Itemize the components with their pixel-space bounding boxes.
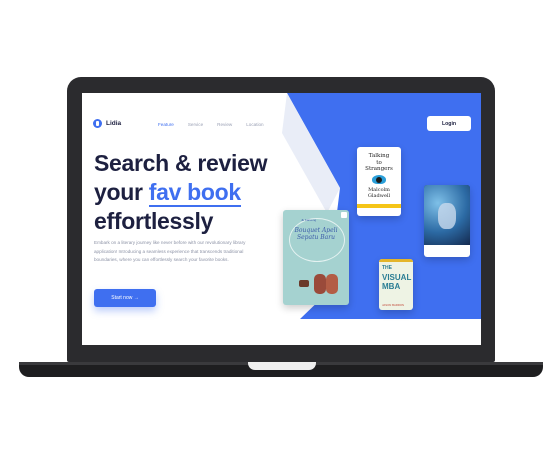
book-title-line: Sepatu Baru [297,234,335,241]
book-title: Talking to Strangers [357,153,401,173]
cover-strip [379,259,413,262]
book-author: Jk Karueng [301,218,317,222]
screen: Lidia Feature Service Review Location Lo… [82,93,481,345]
book-cover-ocean[interactable] [424,185,470,257]
cover-strip [357,204,401,208]
cover-footer [424,245,470,257]
nav-link-review[interactable]: Review [217,122,232,127]
headline-line-2: your fav book [94,178,267,207]
headline-prefix: your [94,179,149,205]
book-title-line: Strangers [365,166,393,172]
shoe-illustration [326,274,338,294]
book-cover-visual-mba[interactable]: THE VISUAL MBA JASON BARRON [379,259,413,310]
book-title-line: MBA [382,282,401,291]
logo-icon [93,119,102,128]
book-cover-bouquet[interactable]: Jk Karueng Bouquet Apeli Sepatu Baru [283,210,349,305]
login-button[interactable]: Login [427,116,471,131]
book-author-line: Gladwell [367,192,391,199]
nav-link-service[interactable]: Service [188,122,203,127]
hero-headline: Search & review your fav book effortless… [94,149,268,236]
book-title: VISUAL MBA [382,273,411,291]
nav-links: Feature Service Review Location [158,122,264,127]
headline-accent: fav book [148,179,241,207]
laptop-notch [248,362,316,370]
start-now-button[interactable]: Start now → [94,289,156,307]
nav-link-feature[interactable]: Feature [158,122,174,127]
bookmark-icon[interactable] [341,212,347,218]
book-author: Malcolm Gladwell [357,187,401,199]
cover-illustration [438,203,456,229]
hero-description: Embark on a literary journey like never … [94,240,246,262]
book-cover-talking-to-strangers[interactable]: Talking to Strangers Malcolm Gladwell [357,147,401,216]
headline-line-3: effortlessly [94,208,214,234]
cover-illustration [299,280,309,287]
shoe-illustration [314,274,326,294]
book-title-line: THE [382,265,392,271]
book-title-line: VISUAL [382,273,412,282]
cover-illustration [376,177,382,183]
book-title: Bouquet Apeli Sepatu Baru [289,227,343,241]
brand-logo[interactable]: Lidia [93,119,121,128]
headline-line-1: Search & review [94,150,268,176]
brand-name: Lidia [106,120,122,127]
nav-link-location[interactable]: Location [246,122,263,127]
book-author: JASON BARRON [382,303,405,307]
book-title-line: Bouquet Apeli [294,227,338,234]
